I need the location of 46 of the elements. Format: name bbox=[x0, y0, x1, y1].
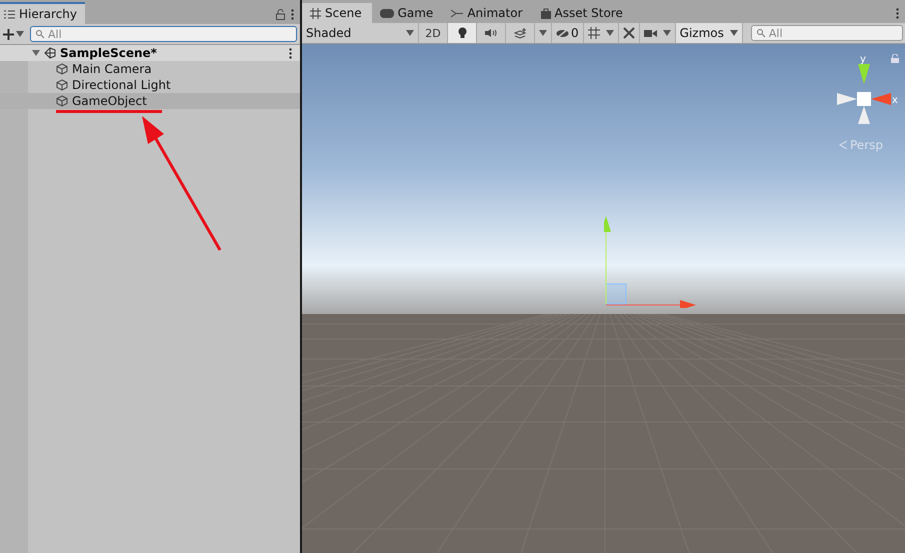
animator-icon bbox=[451, 8, 464, 18]
lightbulb-icon bbox=[458, 27, 466, 39]
cube-icon bbox=[56, 63, 68, 75]
hidden-objects-toggle[interactable]: 0 bbox=[552, 23, 584, 43]
scene-name: SampleScene* bbox=[60, 46, 157, 60]
speaker-icon bbox=[484, 28, 498, 38]
hidden-eye-icon bbox=[556, 28, 569, 38]
caret-icon bbox=[662, 30, 671, 36]
cube-icon bbox=[56, 79, 68, 91]
toolbar-toggle[interactable] bbox=[448, 23, 477, 43]
tools-icon bbox=[622, 27, 635, 39]
gamepad-icon bbox=[380, 8, 394, 18]
scene-row[interactable]: SampleScene* bbox=[0, 45, 300, 61]
caret-icon bbox=[539, 30, 547, 36]
grid-icon bbox=[588, 27, 600, 39]
hierarchy-tab[interactable]: Hierarchy bbox=[0, 2, 86, 24]
view-tab[interactable]: Game bbox=[372, 3, 444, 23]
search-icon bbox=[35, 29, 45, 39]
more-icon[interactable] bbox=[289, 48, 292, 58]
gizmos-dropdown[interactable]: Gizmos bbox=[676, 23, 743, 43]
caret-icon bbox=[406, 30, 414, 36]
orientation-gizmo-drawing: y x bbox=[829, 54, 899, 126]
add-button[interactable] bbox=[3, 28, 24, 40]
more-icon[interactable] bbox=[291, 8, 294, 20]
search-icon bbox=[756, 28, 766, 38]
list-icon bbox=[4, 10, 15, 18]
view-tab[interactable]: Animator bbox=[443, 3, 532, 23]
effects-icon bbox=[514, 28, 526, 38]
lock-icon[interactable] bbox=[276, 8, 285, 20]
hierarchy-item[interactable]: Directional Light bbox=[28, 77, 300, 93]
chevron-left-icon bbox=[839, 141, 847, 149]
plus-icon bbox=[3, 28, 14, 40]
caret-icon bbox=[606, 30, 614, 36]
bag-icon bbox=[540, 8, 550, 18]
caret-icon bbox=[730, 30, 738, 36]
caret-icon bbox=[16, 31, 24, 37]
caret-icon bbox=[32, 50, 40, 56]
view-tab[interactable]: Asset Store bbox=[532, 3, 633, 23]
cube-icon bbox=[56, 95, 68, 107]
hierarchy-item[interactable]: GameObject bbox=[0, 93, 300, 109]
more-icon[interactable] bbox=[896, 8, 899, 18]
view-tab[interactable]: Scene bbox=[302, 3, 372, 23]
camera-icon bbox=[644, 28, 657, 38]
unity-scene-icon bbox=[44, 47, 56, 59]
hierarchy-item[interactable]: Main Camera bbox=[28, 61, 300, 77]
grid-icon bbox=[310, 8, 321, 18]
